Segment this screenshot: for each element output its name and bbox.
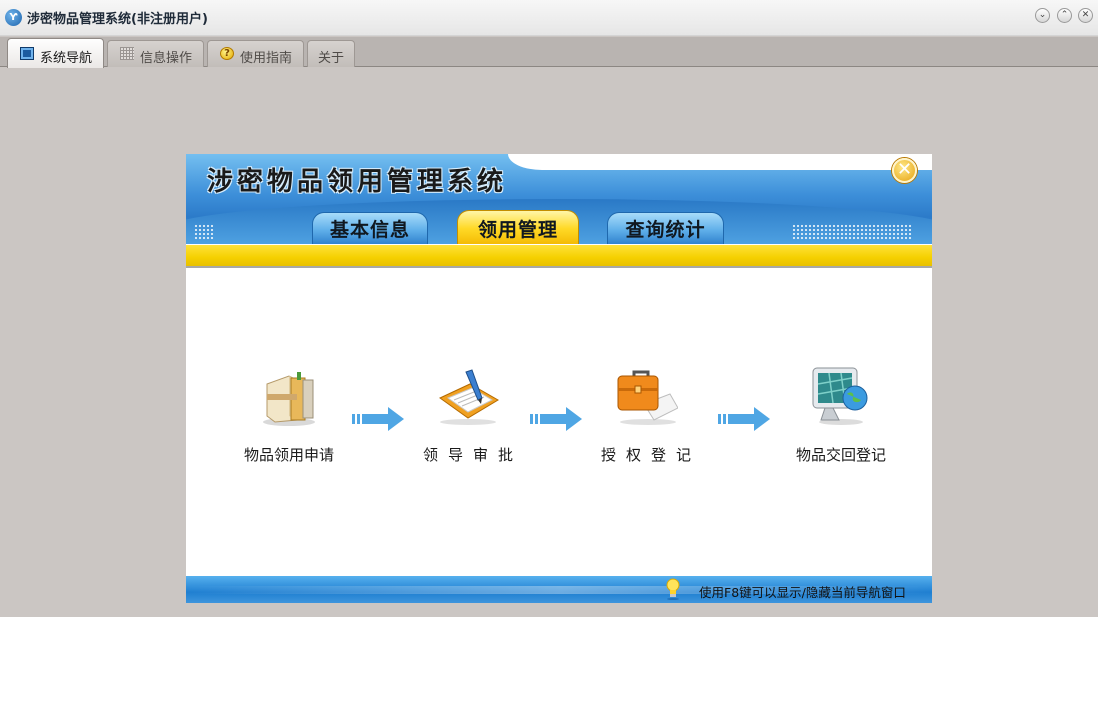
briefcase-icon [617, 370, 678, 425]
nav-tab-query-statistics[interactable]: 查询统计 [607, 212, 724, 244]
tab-about[interactable]: 关于 [307, 40, 355, 67]
close-icon[interactable]: ✕ [892, 158, 917, 183]
tab-label: 系统导航 [40, 51, 93, 66]
panel-banner: 涉密物品领用管理系统 ✕ 基本信息 领用管理 查询统计 [186, 154, 932, 244]
maximize-button[interactable]: ⌃ [1057, 8, 1072, 23]
help-icon: ? [220, 47, 234, 60]
tab-label: 信息操作 [140, 51, 193, 66]
panel-footer: 使用F8键可以显示/隐藏当前导航窗口 [186, 576, 932, 603]
step-item-authorization[interactable]: 授权登记 [566, 364, 726, 464]
step-item-apply[interactable]: 物品领用申请 [209, 364, 369, 464]
app-window: Ƴ 涉密物品管理系统(非注册用户) ⌄ ⌃ ✕ 系统导航 信息操作 ? 使用指南… [0, 0, 1098, 617]
banner-highlight [508, 154, 932, 170]
minimize-button[interactable]: ⌄ [1035, 8, 1050, 23]
notebook-pen-icon [439, 369, 499, 425]
dots-decoration-left [194, 224, 214, 240]
tab-label: 关于 [318, 51, 345, 66]
books-icon [263, 372, 315, 426]
close-window-button[interactable]: ✕ [1078, 8, 1093, 23]
tab-strip: 系统导航 信息操作 ? 使用指南 关于 [0, 37, 1098, 68]
step-label: 授权登记 [600, 446, 701, 464]
navigation-panel: 涉密物品领用管理系统 ✕ 基本信息 领用管理 查询统计 物品领用申请 领导审批 … [186, 154, 932, 603]
step-label: 物品领用申请 [243, 446, 334, 464]
step-label: 物品交回登记 [795, 446, 886, 464]
step-item-return[interactable]: 物品交回登记 [761, 364, 921, 464]
monitor-icon [20, 47, 34, 60]
window-title: 涉密物品管理系统(非注册用户) [27, 12, 208, 27]
step-label: 领导审批 [422, 446, 523, 464]
lightbulb-icon [666, 578, 680, 600]
footer-hint-text: 使用F8键可以显示/隐藏当前导航窗口 [699, 585, 906, 600]
app-logo-icon: Ƴ [5, 9, 22, 26]
tab-user-guide[interactable]: ? 使用指南 [207, 40, 304, 67]
yellow-band [186, 245, 932, 268]
nav-tab-issue-management[interactable]: 领用管理 [457, 210, 579, 244]
dots-decoration-right [792, 224, 912, 240]
grid-icon [120, 47, 134, 60]
step-item-approval[interactable]: 领导审批 [388, 364, 548, 464]
system-title: 涉密物品领用管理系统 [207, 167, 508, 197]
tab-info-operation[interactable]: 信息操作 [107, 40, 204, 67]
tab-label: 使用指南 [240, 51, 293, 66]
monitor-globe-icon [812, 367, 868, 425]
nav-tab-basic-info[interactable]: 基本信息 [312, 212, 428, 244]
title-bar: Ƴ 涉密物品管理系统(非注册用户) ⌄ ⌃ ✕ [0, 0, 1098, 36]
tab-system-navigation[interactable]: 系统导航 [7, 38, 104, 68]
